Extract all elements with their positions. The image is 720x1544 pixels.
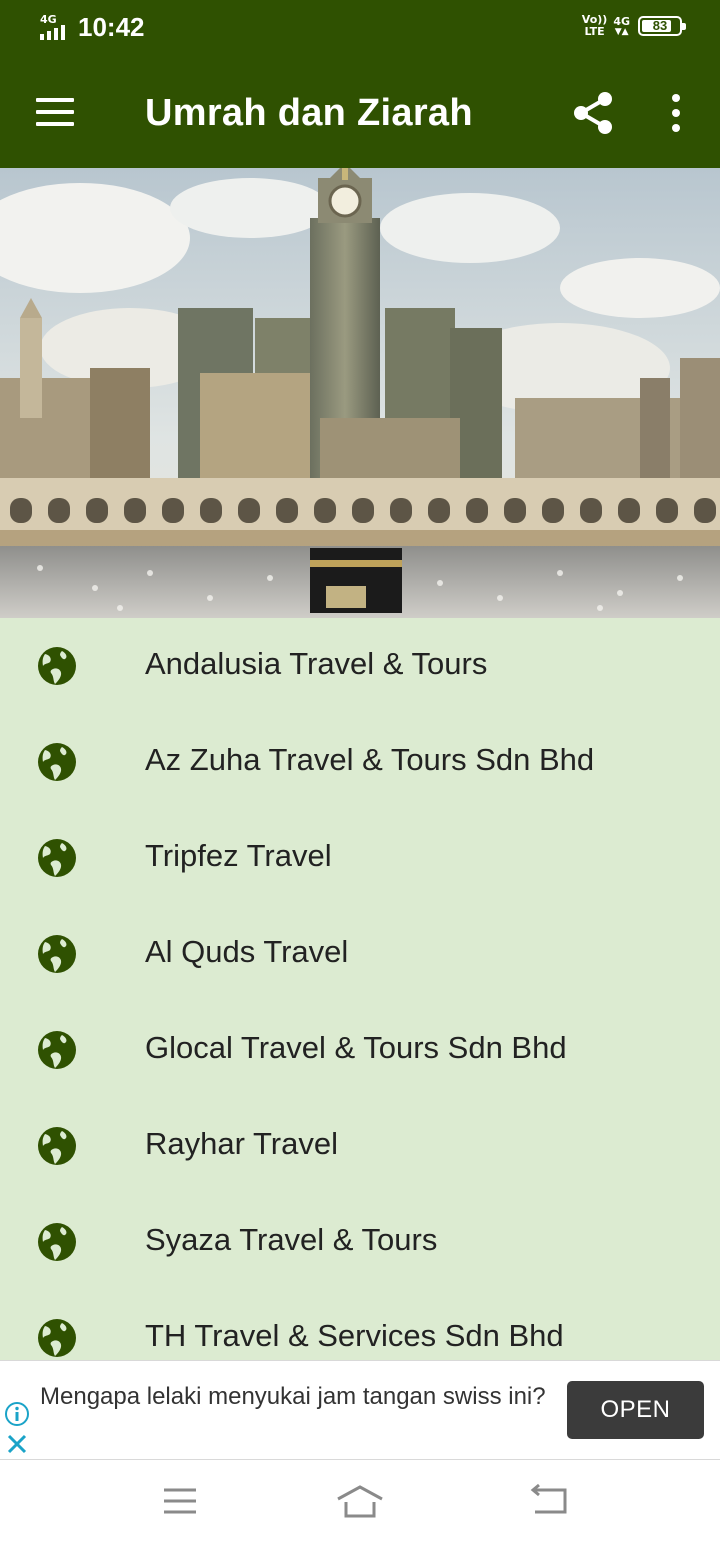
screen: 4G 10:42 Vo)) LTE 4G ▼▲ 83 Umrah dan Zia… (0, 0, 720, 1544)
list-item-label: Syaza Travel & Tours (145, 1222, 438, 1257)
travel-agent-list: Andalusia Travel & Tours Az Zuha Travel &… (0, 618, 720, 1360)
info-icon[interactable] (4, 1401, 30, 1427)
status-bar: 4G 10:42 Vo)) LTE 4G ▼▲ 83 (0, 0, 720, 56)
close-icon[interactable] (6, 1433, 28, 1455)
clock: 10:42 (78, 12, 145, 42)
battery-cap (682, 23, 686, 30)
globe-icon (38, 1031, 76, 1069)
list-item-label: Andalusia Travel & Tours (145, 646, 488, 681)
hamburger-menu-icon[interactable] (36, 96, 76, 128)
signal-icon: 4G (38, 13, 72, 43)
more-vertical-icon[interactable] (668, 94, 684, 134)
globe-icon (38, 935, 76, 973)
list-item-label: Az Zuha Travel & Tours Sdn Bhd (145, 742, 595, 777)
list-item[interactable]: TH Travel & Services Sdn Bhd (0, 1290, 720, 1360)
globe-icon (38, 1127, 76, 1165)
mecca-clock-tower-photo (0, 168, 720, 618)
back-icon[interactable] (525, 1481, 575, 1523)
share-icon[interactable] (570, 90, 616, 136)
list-item-label: Tripfez Travel (145, 838, 332, 873)
list-item[interactable]: Andalusia Travel & Tours (0, 618, 720, 714)
globe-icon (38, 743, 76, 781)
ad-open-button[interactable]: OPEN (567, 1381, 704, 1439)
globe-icon (38, 839, 76, 877)
list-item[interactable]: Tripfez Travel (0, 810, 720, 906)
ad-banner[interactable]: Mengapa lelaki menyukai jam tangan swiss… (0, 1360, 720, 1460)
app-title: Umrah dan Ziarah (145, 92, 473, 134)
list-item[interactable]: Rayhar Travel (0, 1098, 720, 1194)
list-item[interactable]: Syaza Travel & Tours (0, 1194, 720, 1290)
recent-apps-icon[interactable] (155, 1481, 205, 1523)
battery-level: 83 (652, 18, 668, 33)
volte-bottom: LTE (584, 25, 605, 38)
globe-icon (38, 1223, 76, 1261)
network-type: 4G (40, 12, 57, 26)
ad-text[interactable]: Mengapa lelaki menyukai jam tangan swiss… (40, 1383, 550, 1410)
list-item[interactable]: Az Zuha Travel & Tours Sdn Bhd (0, 714, 720, 810)
app-bar: Umrah dan Ziarah (0, 56, 720, 168)
mobile-data-indicator: 4G ▼▲ (613, 14, 630, 37)
network-4g-label: 4G (613, 14, 630, 28)
home-icon[interactable] (335, 1481, 385, 1523)
globe-icon (38, 647, 76, 685)
list-item-label: Glocal Travel & Tours Sdn Bhd (145, 1030, 567, 1065)
data-arrows-icon: ▼▲ (614, 26, 629, 37)
status-right: Vo)) LTE 4G ▼▲ 83 (582, 14, 686, 38)
battery-icon: 83 (638, 16, 686, 36)
list-item[interactable]: Al Quds Travel (0, 906, 720, 1002)
globe-icon (38, 1319, 76, 1357)
list-item-label: Rayhar Travel (145, 1126, 338, 1161)
system-navigation-bar (0, 1461, 720, 1544)
volte-indicator: Vo)) LTE (582, 14, 608, 38)
list-item-label: Al Quds Travel (145, 934, 349, 969)
status-left: 4G 10:42 (38, 12, 145, 43)
list-item-label: TH Travel & Services Sdn Bhd (145, 1318, 564, 1353)
list-item[interactable]: Glocal Travel & Tours Sdn Bhd (0, 1002, 720, 1098)
